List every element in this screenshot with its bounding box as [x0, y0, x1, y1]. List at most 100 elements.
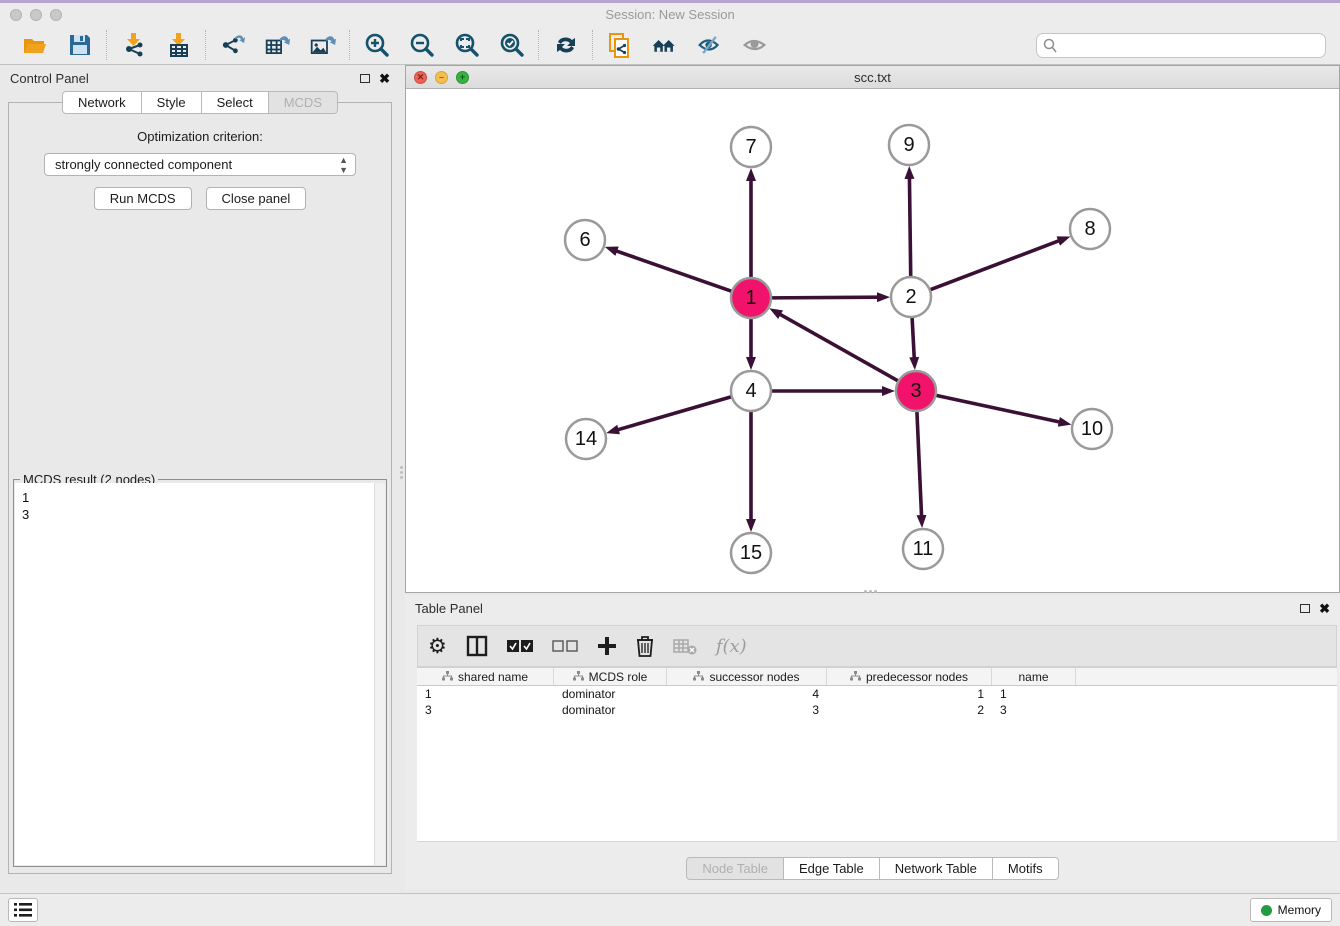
tab-style[interactable]: Style: [142, 91, 202, 114]
export-network-icon[interactable]: [219, 32, 246, 59]
show-all-icon[interactable]: [741, 32, 768, 59]
control-panel: Control Panel ✖ NetworkStyleSelectMCDS O…: [0, 65, 400, 882]
splitter-grip-horizontal[interactable]: [860, 589, 880, 594]
run-mcds-button[interactable]: Run MCDS: [94, 187, 192, 210]
deselect-all-checkboxes-icon[interactable]: [552, 640, 578, 653]
toolbar-group-import: [107, 32, 205, 59]
duplicate-network-icon[interactable]: [606, 32, 633, 59]
edge-3-11[interactable]: [917, 411, 922, 517]
edge-2-8[interactable]: [930, 240, 1060, 290]
column-header-predecessor-nodes[interactable]: predecessor nodes: [827, 668, 992, 685]
select-all-checkboxes-icon[interactable]: [507, 640, 533, 653]
float-table-panel-icon[interactable]: [1300, 604, 1310, 613]
export-table-icon[interactable]: [264, 32, 291, 59]
tab-network-table[interactable]: Network Table: [880, 857, 993, 880]
first-neighbors-icon[interactable]: [651, 32, 678, 59]
tab-node-table[interactable]: Node Table: [686, 857, 784, 880]
search-input[interactable]: [1036, 33, 1326, 58]
network-canvas[interactable]: 7 9 6 8 1 2 4 3 14 10 15 11: [406, 89, 1339, 592]
cell-name[interactable]: 3: [992, 702, 1076, 718]
svg-text:4: 4: [745, 380, 756, 402]
node-8[interactable]: 8: [1070, 209, 1110, 249]
mcds-result-scrollbar[interactable]: [374, 483, 385, 865]
table-options-gear-icon[interactable]: ⚙: [428, 636, 447, 657]
node-3[interactable]: 3: [896, 371, 936, 411]
node-10[interactable]: 10: [1072, 409, 1112, 449]
column-header-shared-name[interactable]: shared name: [417, 668, 554, 685]
node-1[interactable]: 1: [731, 278, 771, 318]
node-14[interactable]: 14: [566, 419, 606, 459]
task-history-button[interactable]: [8, 898, 38, 922]
edge-4-14[interactable]: [617, 397, 732, 430]
optimization-criterion-label: Optimization criterion:: [9, 129, 391, 144]
add-row-icon[interactable]: [597, 636, 617, 656]
column-header-MCDS-role[interactable]: MCDS role: [554, 668, 667, 685]
function-builder-icon[interactable]: f(x): [716, 636, 747, 657]
node-6[interactable]: 6: [565, 220, 605, 260]
network-window-titlebar[interactable]: ✕ – + scc.txt: [406, 66, 1339, 89]
edge-2-9[interactable]: [909, 177, 910, 277]
hide-selected-icon[interactable]: [696, 32, 723, 59]
close-table-panel-icon[interactable]: ✖: [1319, 602, 1330, 615]
delete-table-icon[interactable]: [673, 637, 697, 655]
open-file-icon[interactable]: [21, 32, 48, 59]
show-column-icon[interactable]: [466, 635, 488, 657]
table-header-row: shared nameMCDS rolesuccessor nodesprede…: [417, 667, 1337, 686]
tab-mcds[interactable]: MCDS: [269, 91, 338, 114]
memory-button[interactable]: Memory: [1250, 898, 1332, 922]
edge-3-1[interactable]: [779, 314, 899, 381]
svg-text:10: 10: [1081, 418, 1103, 440]
import-network-icon[interactable]: [120, 32, 147, 59]
search-container: [1036, 33, 1326, 58]
apply-layout-icon[interactable]: [552, 32, 579, 59]
delete-row-icon[interactable]: [636, 635, 654, 657]
splitter-grip-vertical[interactable]: [399, 462, 404, 482]
node-11[interactable]: 11: [903, 529, 943, 569]
app-titlebar[interactable]: Session: New Session: [0, 3, 1340, 26]
network-graph: 7 9 6 8 1 2 4 3 14 10 15 11: [406, 89, 1339, 592]
zoom-out-icon[interactable]: [408, 32, 435, 59]
edge-1-2[interactable]: [771, 297, 879, 298]
node-7[interactable]: 7: [731, 127, 771, 167]
cell-predecessor-nodes[interactable]: 1: [827, 686, 992, 702]
column-header-name[interactable]: name: [992, 668, 1076, 685]
tab-motifs[interactable]: Motifs: [993, 857, 1059, 880]
cell-name[interactable]: 1: [992, 686, 1076, 702]
column-header-successor-nodes[interactable]: successor nodes: [667, 668, 827, 685]
cell-shared-name[interactable]: 3: [417, 702, 554, 718]
edge-1-6[interactable]: [615, 251, 732, 292]
tab-select[interactable]: Select: [202, 91, 269, 114]
node-2[interactable]: 2: [891, 277, 931, 317]
zoom-fit-icon[interactable]: [453, 32, 480, 59]
node-9[interactable]: 9: [889, 125, 929, 165]
control-panel-header: Control Panel ✖: [0, 65, 400, 91]
edge-2-3[interactable]: [912, 317, 914, 359]
toolbar-group-session: [8, 32, 106, 59]
cell-successor-nodes[interactable]: 4: [667, 686, 827, 702]
criterion-select[interactable]: strongly connected component ▲▼: [44, 153, 356, 176]
float-panel-icon[interactable]: [360, 74, 370, 83]
cell-shared-name[interactable]: 1: [417, 686, 554, 702]
edge-3-10[interactable]: [936, 395, 1061, 422]
table-row[interactable]: 1dominator411: [417, 686, 1337, 702]
cell-predecessor-nodes[interactable]: 2: [827, 702, 992, 718]
table-toolbar: ⚙ f(x): [417, 625, 1337, 667]
table-row[interactable]: 3dominator323: [417, 702, 1337, 718]
zoom-selected-icon[interactable]: [498, 32, 525, 59]
cell-MCDS-role[interactable]: dominator: [554, 686, 667, 702]
export-image-icon[interactable]: [309, 32, 336, 59]
control-panel-title: Control Panel: [10, 71, 89, 86]
import-table-icon[interactable]: [165, 32, 192, 59]
tab-edge-table[interactable]: Edge Table: [784, 857, 880, 880]
tab-network[interactable]: Network: [62, 91, 142, 114]
node-15[interactable]: 15: [731, 533, 771, 573]
close-panel-icon[interactable]: ✖: [379, 72, 390, 85]
cell-MCDS-role[interactable]: dominator: [554, 702, 667, 718]
zoom-in-icon[interactable]: [363, 32, 390, 59]
network-window-title: scc.txt: [406, 70, 1339, 85]
cell-successor-nodes[interactable]: 3: [667, 702, 827, 718]
save-session-icon[interactable]: [66, 32, 93, 59]
mcds-result-text[interactable]: 1 3: [15, 483, 374, 865]
close-panel-button[interactable]: Close panel: [206, 187, 307, 210]
node-4[interactable]: 4: [731, 371, 771, 411]
